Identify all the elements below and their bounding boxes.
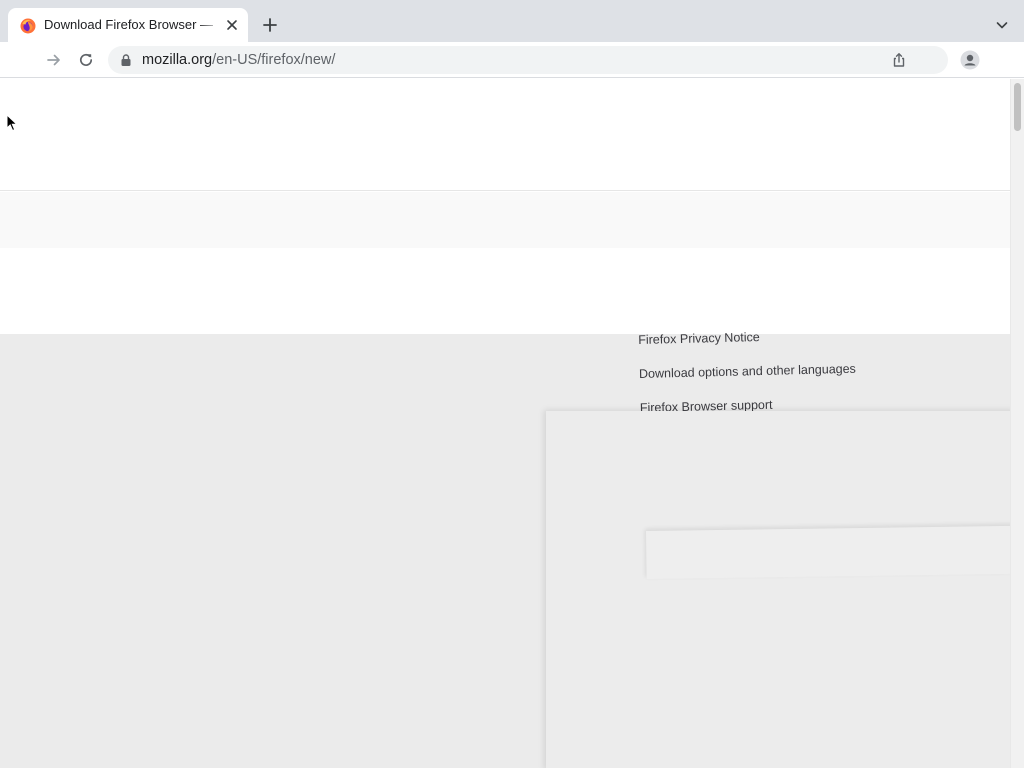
download-panel-inner bbox=[646, 525, 1010, 579]
share-icon bbox=[893, 53, 905, 67]
tab-strip: Download Firefox Browser — Fast, Private… bbox=[0, 0, 1024, 42]
share-button[interactable] bbox=[888, 49, 910, 71]
privacy-notice-link[interactable]: Firefox Privacy Notice bbox=[638, 326, 856, 365]
reload-icon bbox=[80, 53, 93, 66]
page-header-band bbox=[0, 79, 1010, 191]
url-path: /en-US/firefox/new/ bbox=[212, 52, 336, 68]
page-viewport: Firefox Privacy Notice Download options … bbox=[0, 79, 1010, 768]
scrollbar-thumb[interactable] bbox=[1014, 83, 1021, 131]
profile-icon bbox=[960, 50, 980, 70]
url-host: mozilla.org bbox=[142, 52, 213, 68]
browser-toolbar: mozilla.org/en-US/firefox/new/ bbox=[0, 42, 1024, 78]
download-panel bbox=[546, 411, 1010, 768]
address-bar[interactable]: mozilla.org/en-US/firefox/new/ bbox=[108, 46, 948, 74]
forward-button[interactable] bbox=[42, 48, 66, 72]
vertical-scrollbar[interactable] bbox=[1010, 79, 1024, 768]
download-options-link[interactable]: Download options and other languages bbox=[639, 360, 857, 399]
page-subnav-band bbox=[0, 192, 1010, 248]
close-icon[interactable] bbox=[224, 17, 240, 33]
profile-button[interactable] bbox=[958, 48, 982, 72]
plus-icon bbox=[263, 18, 277, 32]
tab-title: Download Firefox Browser — Fast, Private… bbox=[44, 17, 216, 32]
url-text: mozilla.org/en-US/firefox/new/ bbox=[142, 52, 335, 68]
arrow-right-icon bbox=[47, 54, 60, 66]
new-tab-button[interactable] bbox=[258, 13, 282, 37]
mouse-cursor-icon bbox=[6, 114, 18, 132]
page-content-band bbox=[0, 248, 1010, 334]
tab-title-fade bbox=[200, 14, 222, 36]
tab-active[interactable]: Download Firefox Browser — Fast, Private… bbox=[8, 8, 248, 42]
lock-icon[interactable] bbox=[119, 53, 133, 67]
reload-button[interactable] bbox=[74, 48, 98, 72]
tab-search-button[interactable] bbox=[990, 13, 1014, 37]
firefox-logo-icon bbox=[20, 18, 36, 34]
chevron-down-icon bbox=[996, 22, 1008, 29]
